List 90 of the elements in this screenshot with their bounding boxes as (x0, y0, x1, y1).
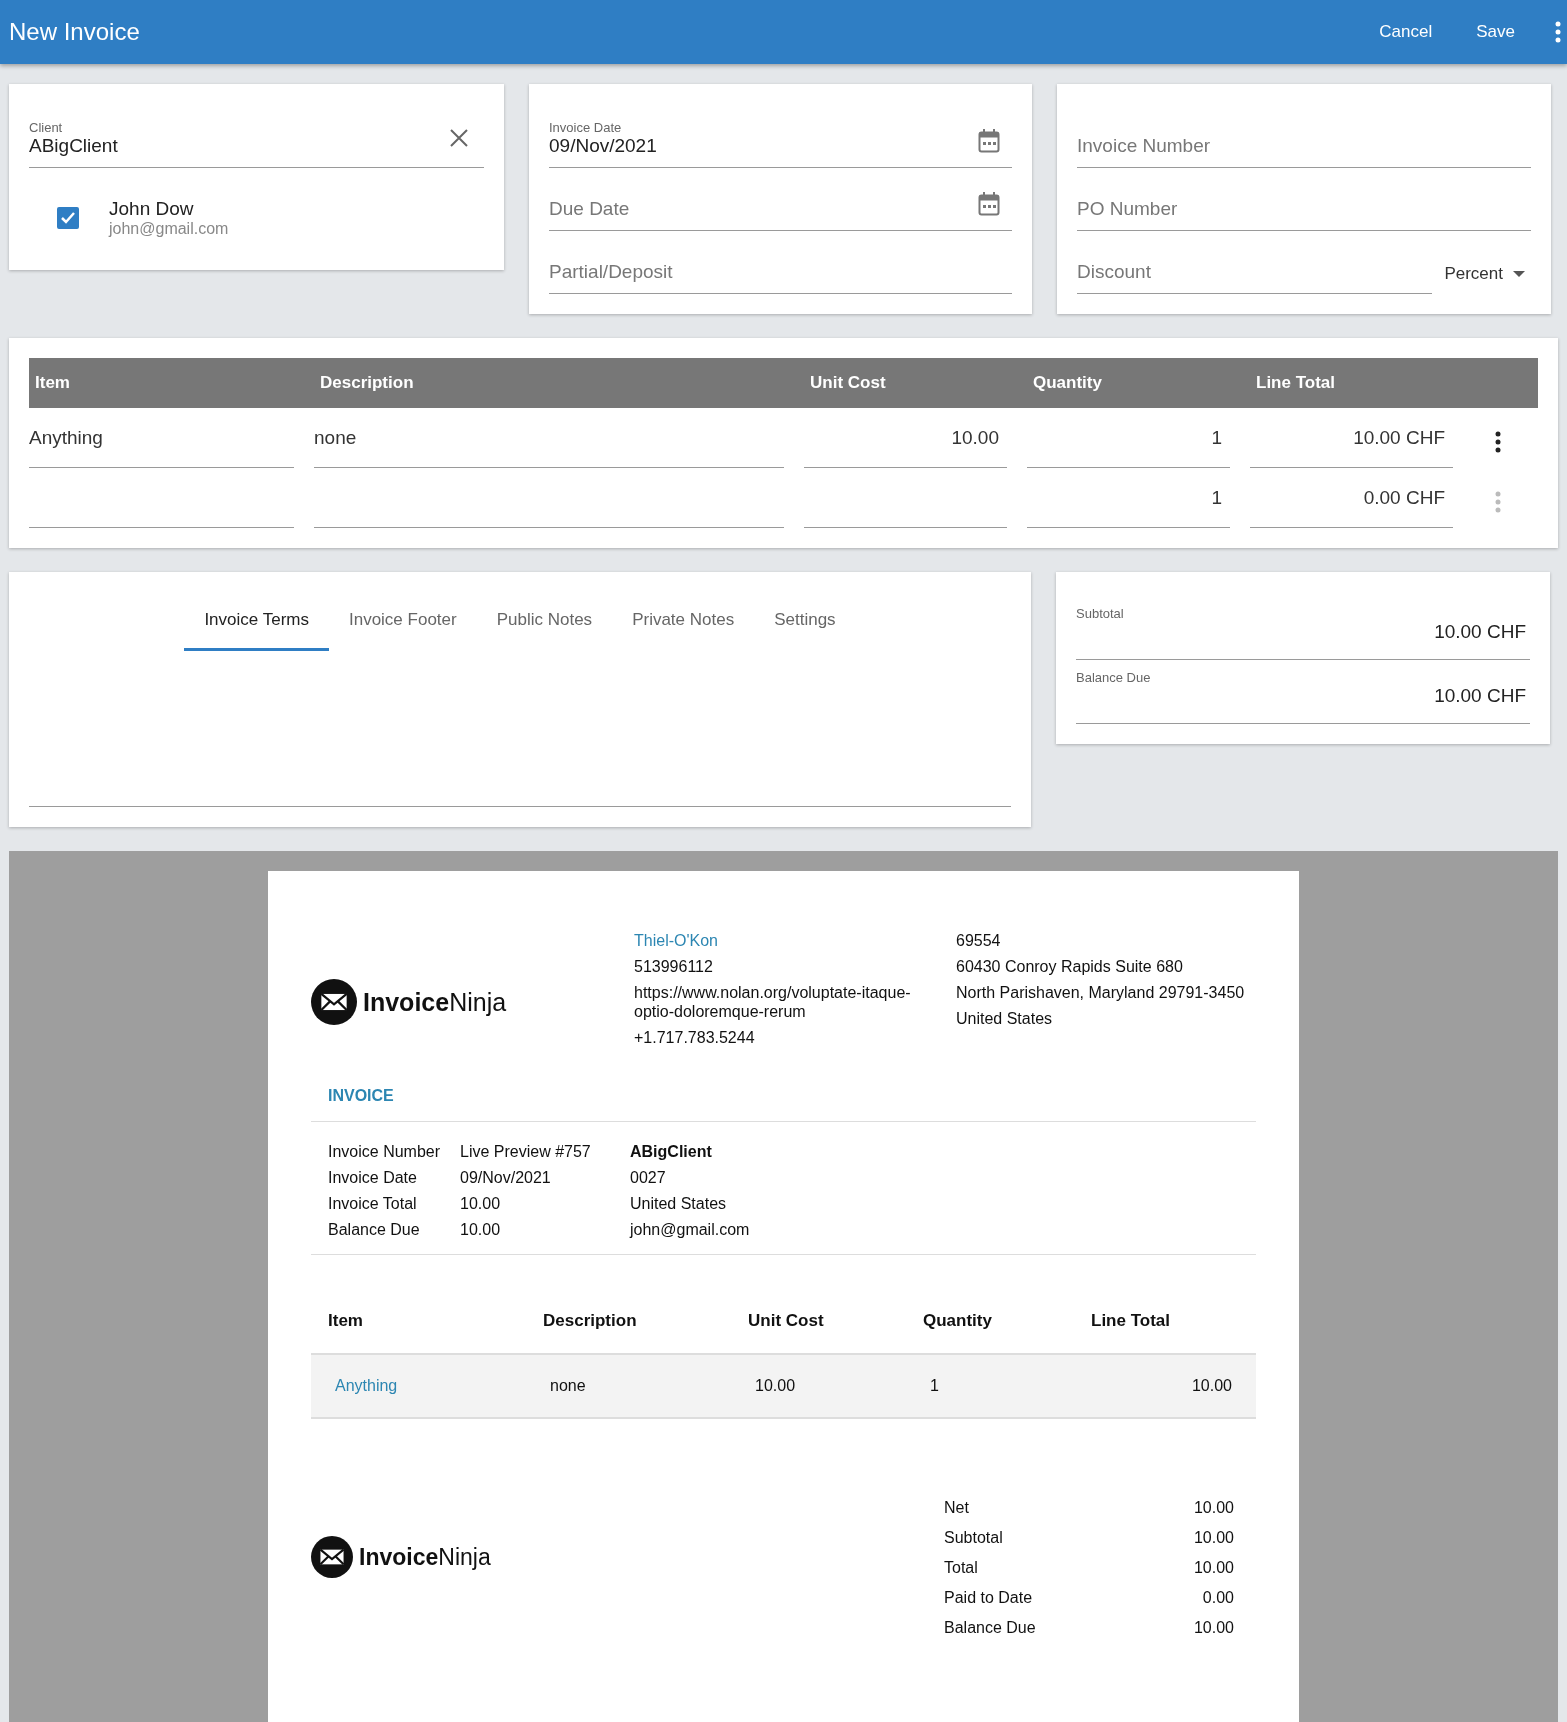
client-info: 0027 (630, 1168, 667, 1187)
app-title: New Invoice (9, 18, 141, 46)
detail-value: Live Preview #757 (460, 1142, 592, 1161)
text-field[interactable]: PO Number (1077, 168, 1531, 231)
notes-tab[interactable]: Invoice Footer (328, 592, 477, 651)
contact-checkbox[interactable] (57, 207, 79, 229)
detail-value: 09/Nov/2021 (460, 1168, 552, 1187)
text-field[interactable]: Invoice Number (1077, 94, 1531, 168)
discount-type-dropdown[interactable]: Percent (1432, 264, 1531, 294)
company-info: https://www.nolan.org/voluptate-itaque-optio-doloremque-rerum (634, 983, 912, 1021)
company-info: 513996112 (634, 957, 714, 976)
detail-value: 10.00 (460, 1220, 502, 1239)
total-label: Paid to Date (944, 1589, 1034, 1607)
date-field[interactable]: Invoice Date 09/Nov/2021 (549, 94, 1012, 168)
total-label: Net (944, 1499, 970, 1517)
total-label: Subtotal (944, 1529, 1004, 1547)
total-value: 10.00 (1192, 1499, 1234, 1517)
field-placeholder: Due Date (549, 198, 631, 220)
table-input[interactable]: Anything (29, 408, 294, 468)
contact-email: john@gmail.com (109, 220, 229, 238)
calendar-icon[interactable] (978, 192, 1000, 216)
logo-text: InvoiceNinja (359, 1543, 491, 1571)
detail-label: Invoice Number (328, 1142, 442, 1161)
field-label: Client (29, 120, 64, 135)
column-header: Line Total (1255, 373, 1336, 393)
contact-name: John Dow (109, 198, 195, 220)
field-placeholder: Discount (1077, 261, 1151, 283)
field-label: Invoice Date (549, 120, 623, 135)
more-icon[interactable] (1495, 431, 1501, 453)
detail-label: Invoice Total (328, 1194, 418, 1213)
field-label: Subtotal (1076, 606, 1125, 621)
app-bar-button[interactable]: Cancel (1357, 14, 1455, 50)
table-cell: 1 (906, 1355, 1074, 1419)
notes-tab[interactable]: Invoice Terms (184, 592, 329, 651)
table-input[interactable]: 0.00 CHF (1250, 468, 1453, 528)
client-info: john@gmail.com (630, 1220, 751, 1239)
notes-tab[interactable]: Private Notes (612, 592, 755, 651)
table-input[interactable]: 10.00 (804, 408, 1007, 468)
table-input[interactable]: none (314, 408, 784, 468)
field-label: Balance Due (1076, 670, 1152, 685)
date-field[interactable]: Due Date (549, 168, 1012, 231)
table-cell: none (526, 1355, 731, 1419)
total-value: 0.00 (1201, 1589, 1234, 1607)
column-header: Unit Cost (809, 373, 887, 393)
column-header: Quantity (1032, 373, 1103, 393)
calendar-icon[interactable] (978, 129, 1000, 153)
client-info: ABigClient (630, 1142, 713, 1161)
column-header: Description (319, 373, 415, 393)
field-placeholder: Invoice Number (1077, 135, 1211, 157)
detail-value: 10.00 (460, 1194, 502, 1213)
detail-label: Invoice Date (328, 1168, 418, 1187)
logo-icon (311, 979, 357, 1025)
table-cell: 10.00 (731, 1355, 906, 1419)
app-bar-button[interactable]: Save (1454, 14, 1537, 50)
field-placeholder: PO Number (1077, 198, 1178, 220)
company-address: North Parishaven, Maryland 29791-3450 (956, 983, 1246, 1002)
caret-icon (1513, 271, 1525, 277)
close-icon[interactable] (450, 129, 468, 147)
total-label: Balance Due (944, 1619, 1037, 1637)
field-value: 09/Nov/2021 (549, 135, 658, 157)
total-value: 10.00 (1192, 1559, 1234, 1577)
table-cell: Anything (311, 1355, 526, 1419)
field-value: 10.00 CHF (1434, 621, 1527, 643)
company-address: 69554 (956, 931, 1002, 950)
company-info: +1.717.783.5244 (634, 1028, 756, 1047)
invoice-heading: INVOICE (311, 1047, 1256, 1122)
client-field[interactable]: Client ABigClient (29, 94, 484, 168)
date-field[interactable]: Partial/Deposit (549, 231, 1012, 294)
check-icon (61, 212, 75, 224)
table-input[interactable]: 1 (1027, 408, 1230, 468)
table-input[interactable]: 1 (1027, 468, 1230, 528)
detail-label: Balance Due (328, 1220, 421, 1239)
logo-icon (311, 1536, 353, 1578)
company-info: Thiel-O'Kon (634, 931, 719, 950)
notes-tab[interactable]: Settings (754, 592, 856, 651)
field-value: 10.00 CHF (1434, 685, 1527, 707)
logo-text: InvoiceNinja (363, 987, 507, 1017)
company-address: United States (956, 1009, 1054, 1028)
total-value: 10.00 (1192, 1619, 1234, 1637)
company-address: 60430 Conroy Rapids Suite 680 (956, 957, 1184, 976)
text-field[interactable]: Discount (1077, 231, 1433, 294)
field-value: ABigClient (29, 135, 119, 157)
column-header: Item (34, 373, 71, 393)
field-placeholder: Partial/Deposit (549, 261, 674, 283)
client-info: United States (630, 1194, 728, 1213)
table-input[interactable]: 10.00 CHF (1250, 408, 1453, 468)
total-value: 10.00 (1192, 1529, 1234, 1547)
table-cell: 10.00 (1074, 1355, 1256, 1419)
notes-tab[interactable]: Public Notes (476, 592, 613, 651)
total-label: Total (944, 1559, 979, 1577)
